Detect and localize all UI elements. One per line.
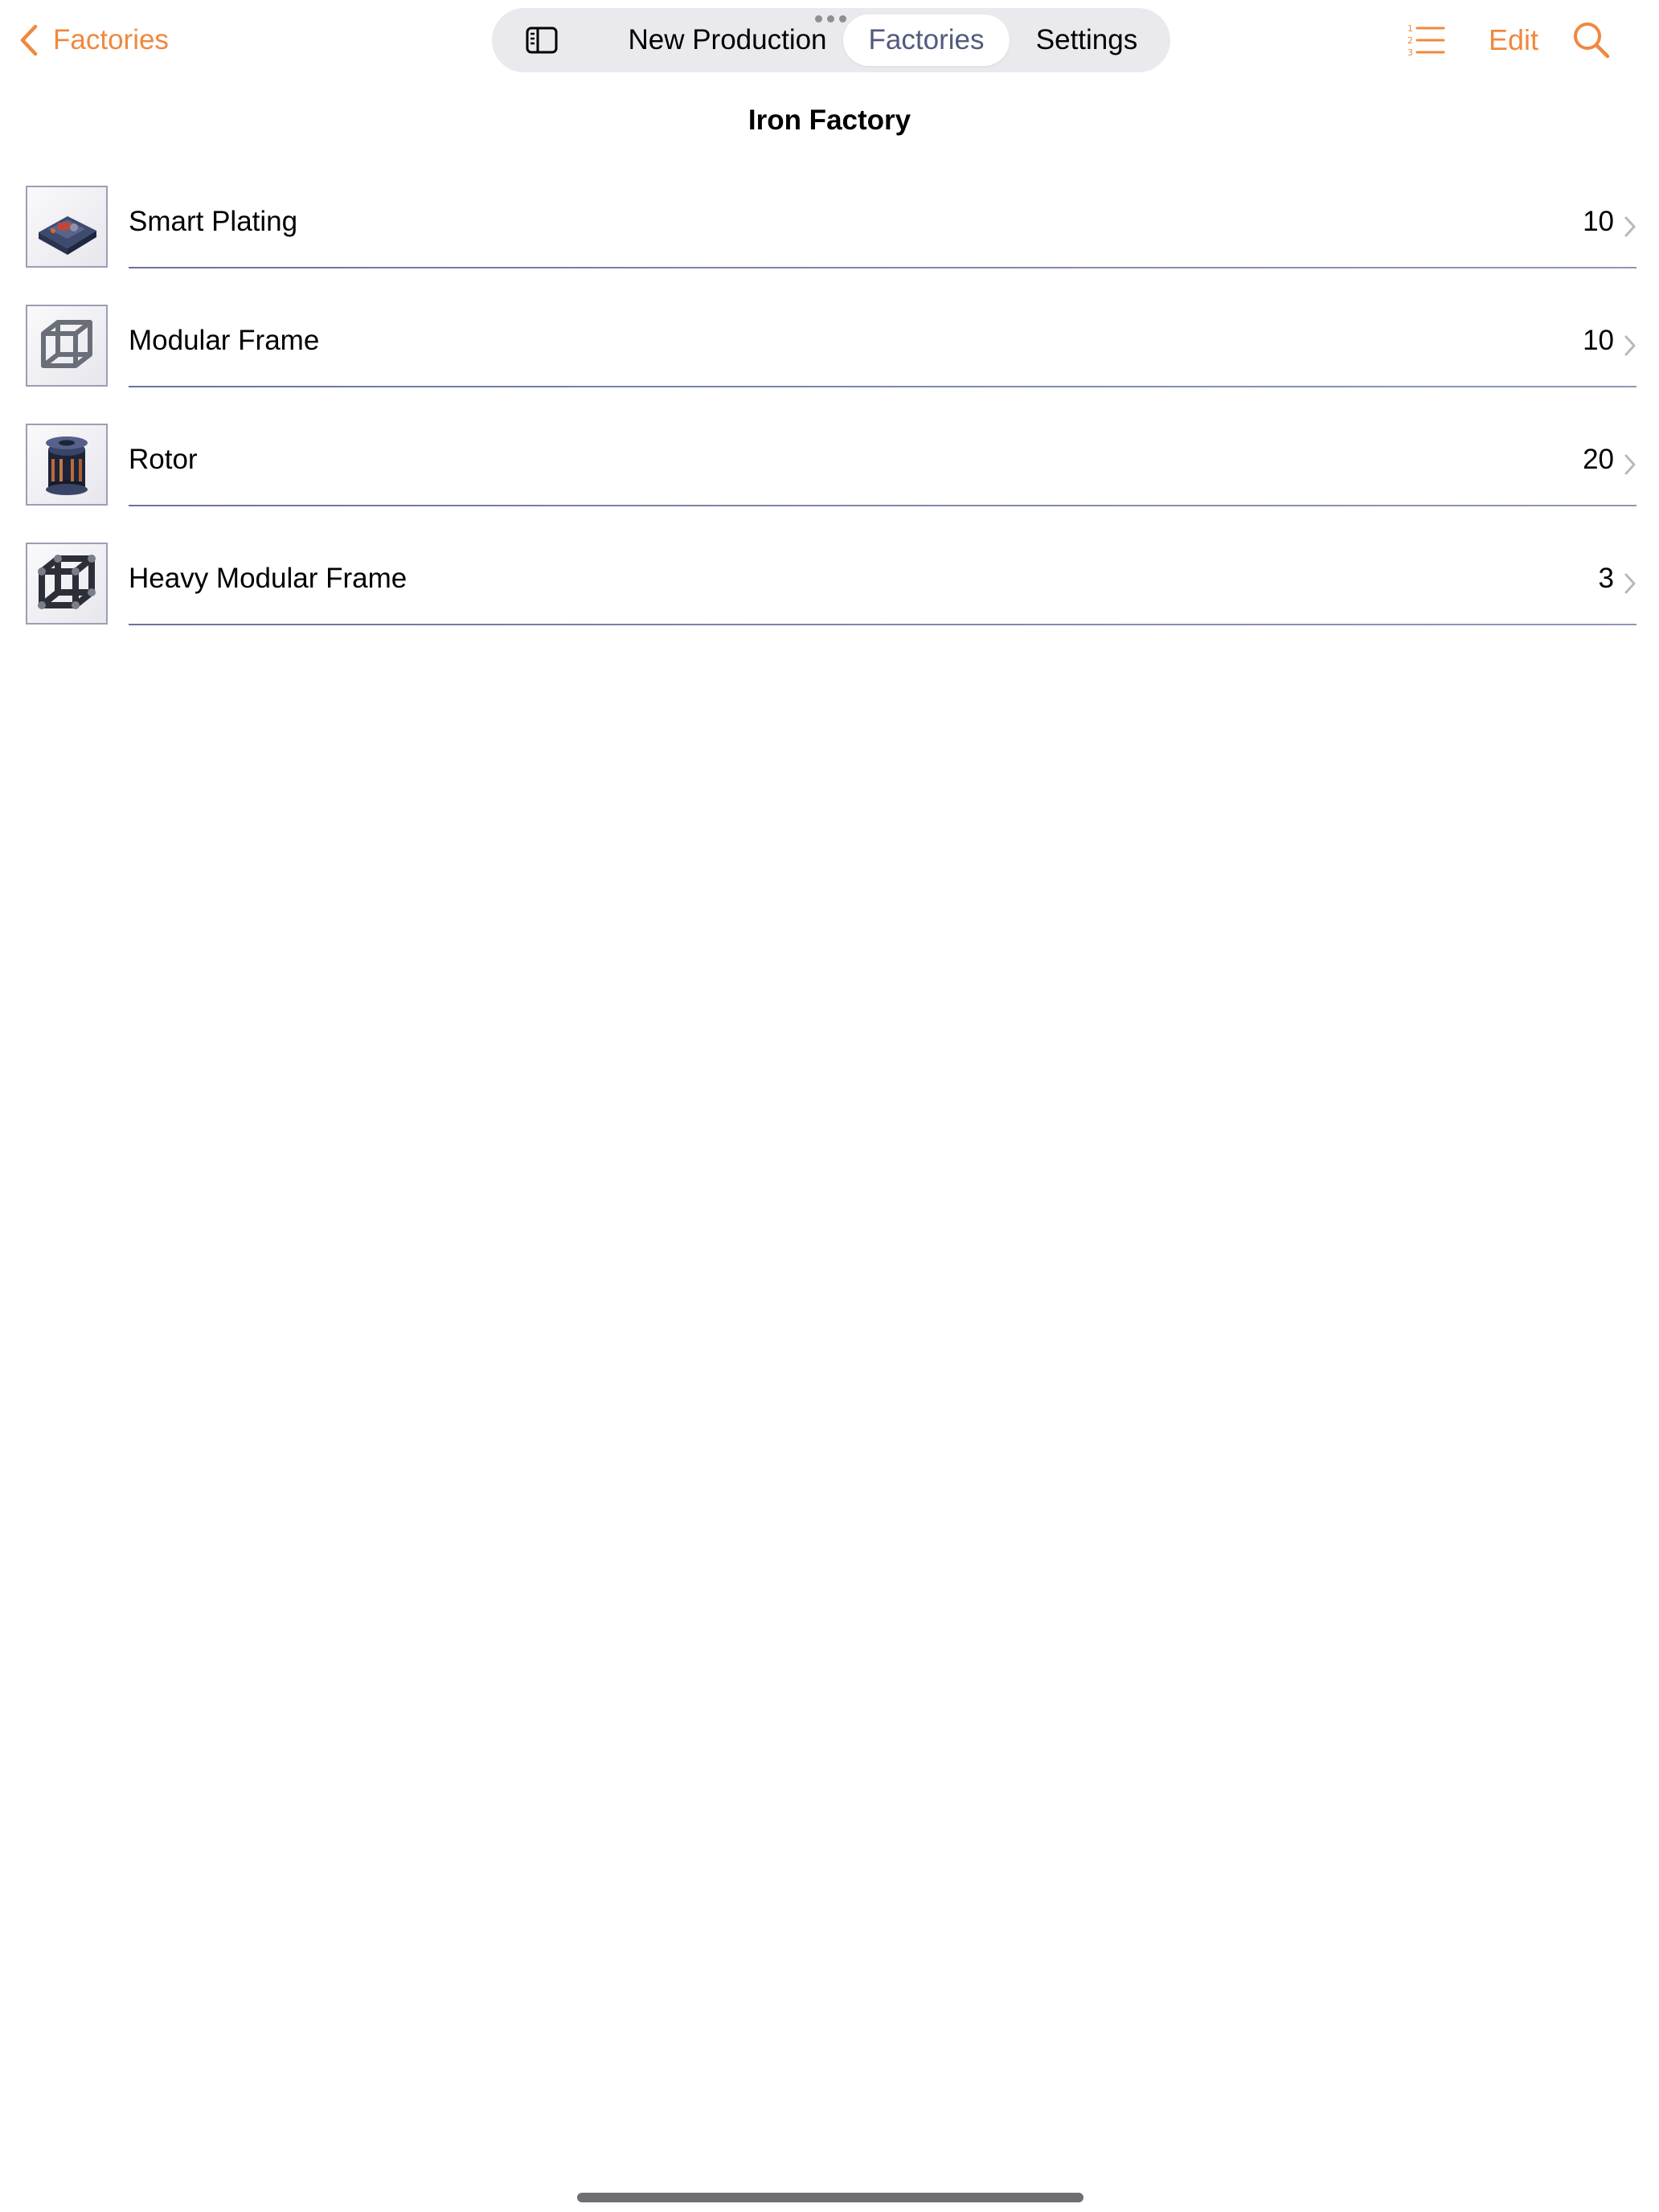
item-name: Heavy Modular Frame xyxy=(129,563,408,594)
tab-settings[interactable]: Settings xyxy=(1018,14,1156,66)
tab-factories[interactable]: Factories xyxy=(843,14,1010,66)
chevron-right-icon xyxy=(1624,216,1636,237)
edit-button[interactable]: Edit xyxy=(1489,18,1538,63)
numbered-list-icon: 1 2 3 xyxy=(1407,23,1445,58)
row-separator xyxy=(129,267,1636,268)
row-separator xyxy=(129,624,1636,625)
list-item[interactable]: Modular Frame 10 xyxy=(0,301,1659,420)
svg-text:3: 3 xyxy=(1407,47,1413,58)
list-item[interactable]: Smart Plating 10 xyxy=(0,182,1659,301)
chevron-right-icon xyxy=(1624,335,1636,356)
list-item[interactable]: Rotor 20 xyxy=(0,420,1659,539)
item-name: Modular Frame xyxy=(129,325,320,356)
item-count: 3 xyxy=(1598,563,1614,594)
item-count: 10 xyxy=(1583,325,1614,356)
tab-switcher: New Production Factories Settings xyxy=(492,8,1170,72)
back-button-label: Factories xyxy=(53,24,169,55)
row-separator xyxy=(129,505,1636,506)
sidebar-icon xyxy=(526,27,558,54)
row-separator xyxy=(129,386,1636,387)
item-count: 20 xyxy=(1583,444,1614,475)
numbered-list-button[interactable]: 1 2 3 xyxy=(1407,23,1445,58)
modular-frame-icon xyxy=(26,305,108,387)
smart-plating-icon xyxy=(26,186,108,268)
production-item-list: Smart Plating 10 Modular Frame 10 Rotor … xyxy=(0,182,1659,657)
chevron-right-icon xyxy=(1624,573,1636,594)
rotor-icon xyxy=(26,424,108,506)
sidebar-toggle-button[interactable] xyxy=(526,26,558,55)
item-count: 10 xyxy=(1583,206,1614,237)
search-button[interactable] xyxy=(1572,21,1611,59)
chevron-right-icon xyxy=(1624,454,1636,475)
list-item[interactable]: Heavy Modular Frame 3 xyxy=(0,539,1659,657)
item-name: Rotor xyxy=(129,444,198,475)
svg-text:1: 1 xyxy=(1407,23,1413,34)
heavy-modular-frame-icon xyxy=(26,543,108,625)
home-indicator[interactable] xyxy=(577,2193,1083,2202)
magnifying-glass-icon xyxy=(1574,23,1610,59)
page-title: Iron Factory xyxy=(748,104,911,136)
item-name: Smart Plating xyxy=(129,206,298,237)
back-button[interactable]: Factories xyxy=(19,18,169,63)
svg-text:2: 2 xyxy=(1407,35,1413,46)
tab-new-production[interactable]: New Production xyxy=(611,14,844,66)
chevron-left-icon xyxy=(20,24,38,56)
